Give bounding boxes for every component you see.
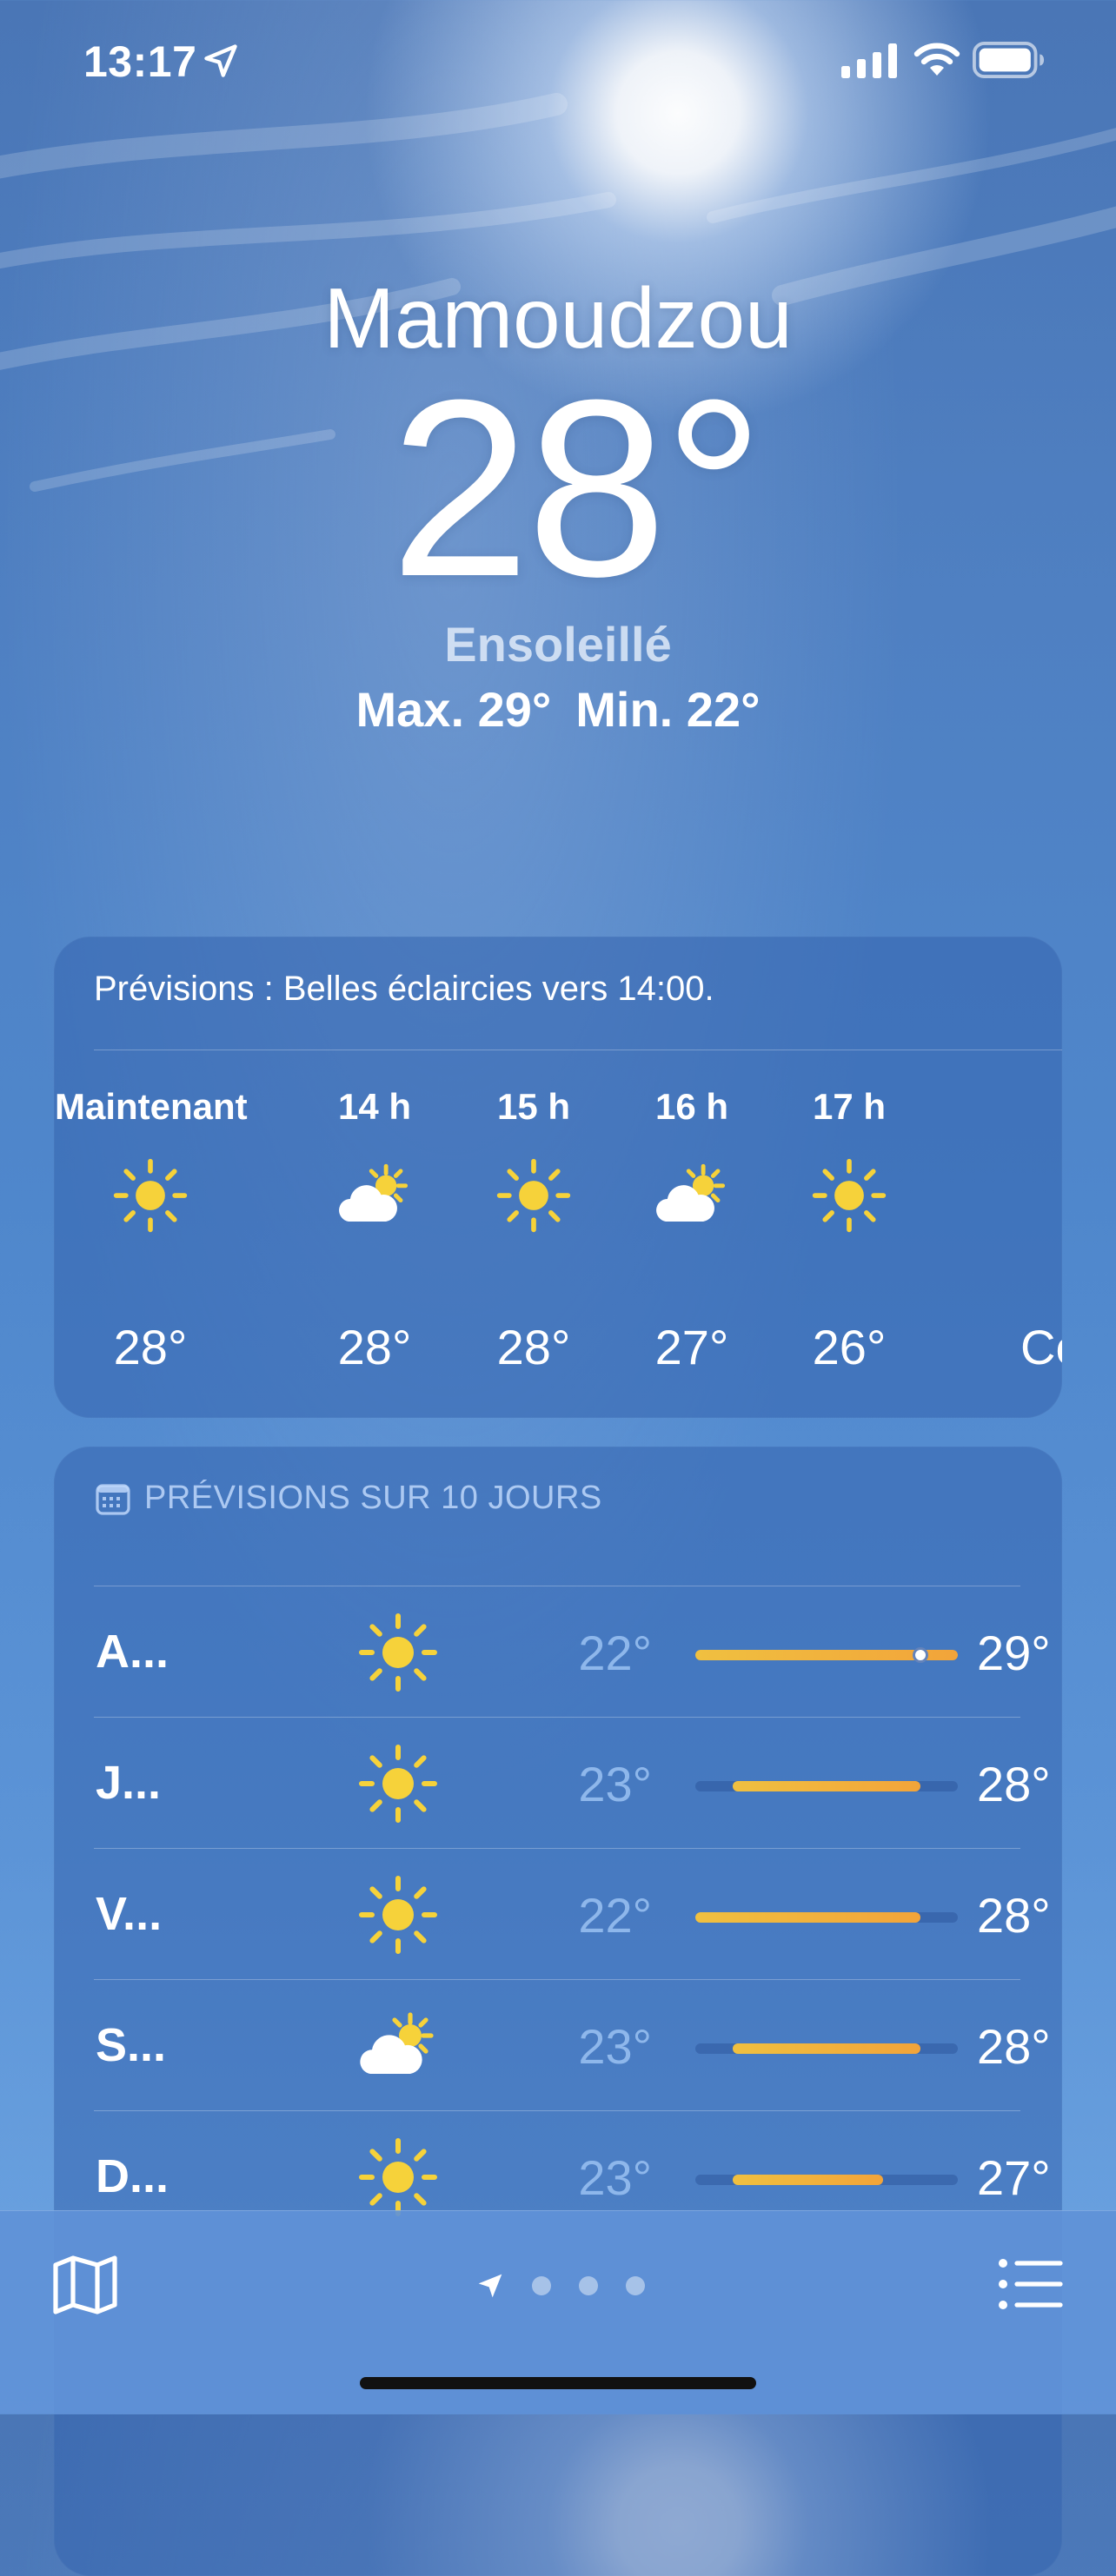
cellular-signal-icon [841,43,897,78]
temp-range-bar [733,2175,883,2185]
temp-range-track [695,2043,958,2054]
hour-temp: 28° [113,1320,188,1374]
sun-icon [356,2136,440,2219]
temp-range-bar [733,2043,920,2054]
ten-day-title: PRÉVISIONS SUR 10 JOURS [144,1480,602,1516]
hour-column: Maintenant 28° [55,937,248,1418]
page-dot[interactable] [532,2276,551,2295]
day-name: S... [96,2019,167,2071]
home-indicator[interactable] [360,2377,756,2389]
day-min-temp: 23° [578,2019,652,2074]
calendar-icon [96,1483,130,1515]
temp-range-track [695,1912,958,1923]
day-min-temp: 22° [578,1888,652,1943]
high-temp: Max. 29° [355,682,552,737]
hourly-forecast-card[interactable]: Prévisions : Belles éclaircies vers 14:0… [54,937,1062,1418]
sun-icon [356,1611,440,1694]
low-temp: Min. 22° [575,682,761,737]
map-icon[interactable] [52,2255,118,2315]
hour-column: 17 h 26° [754,937,945,1418]
current-weather: Mamoudzou 28° Ensoleillé Max. 29° Min. 22… [0,269,1116,738]
day-row[interactable]: A... 22° 29° [96,1586,1051,1717]
current-location-arrow-icon[interactable] [476,2272,504,2300]
day-max-temp: 28° [977,2019,1051,2074]
ten-day-header: PRÉVISIONS SUR 10 JOURS [96,1480,602,1517]
temp-range-track [695,2175,958,2185]
hourly-next-label: Co [1020,1320,1062,1374]
status-bar: 13:17 [0,0,1116,122]
day-min-temp: 23° [578,1757,652,1811]
sun-icon [356,1873,440,1957]
temp-range-track [695,1781,958,1791]
partly-cloudy-icon [653,1156,731,1235]
day-max-temp: 27° [977,2150,1051,2205]
page-dot[interactable] [579,2276,598,2295]
sun-icon [495,1156,573,1235]
partly-cloudy-icon [335,1156,414,1235]
page-dot[interactable] [626,2276,645,2295]
day-min-temp: 22° [578,1626,652,1680]
sun-icon [810,1156,888,1235]
partly-cloudy-icon [356,2004,440,2088]
temp-range-track [695,1647,958,1663]
status-time: 13:17 [83,37,197,86]
day-row[interactable]: V... 22° 28° [96,1849,1051,1979]
sun-icon [356,1742,440,1825]
sun-icon [111,1156,189,1235]
hour-temp: 26° [812,1320,887,1374]
day-max-temp: 29° [977,1626,1051,1680]
current-temperature: 28° [389,348,765,629]
temp-range-bar [695,1912,920,1923]
location-arrow-icon [204,44,237,77]
day-name: D... [96,2150,169,2202]
current-temp-marker [912,1647,928,1663]
temp-range-bar [733,1781,920,1791]
battery-icon [973,42,1045,78]
hour-label: Maintenant [55,1086,248,1127]
day-row[interactable]: S... 23° 28° [96,1980,1051,2110]
city-list-icon[interactable] [998,2256,1064,2312]
page-indicator[interactable] [476,2272,645,2300]
high-low: Max. 29° Min. 22° [0,681,1116,738]
day-max-temp: 28° [977,1888,1051,1943]
current-condition: Ensoleillé [444,617,672,672]
wifi-icon [913,43,960,76]
day-name: V... [96,1888,163,1940]
day-max-temp: 28° [977,1757,1051,1811]
day-name: A... [96,1626,169,1678]
day-row[interactable]: J... 23° 28° [96,1718,1051,1848]
day-name: J... [96,1757,162,1809]
hour-label: 17 h [812,1086,887,1127]
day-min-temp: 23° [578,2150,652,2205]
